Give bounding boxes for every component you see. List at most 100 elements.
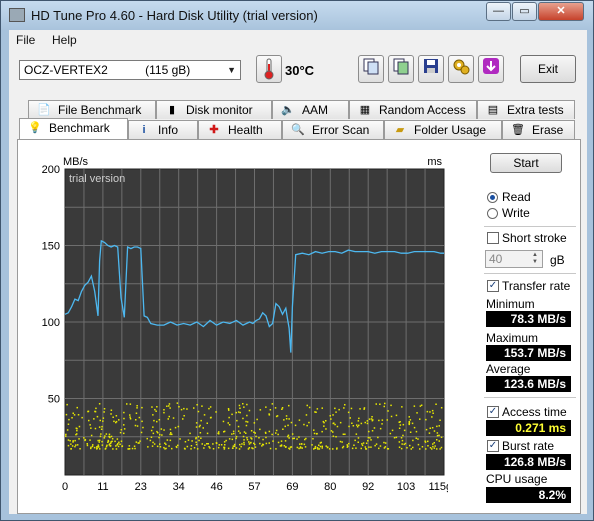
access-time-point [71, 445, 74, 447]
access-time-point [154, 408, 156, 411]
tab-file-benchmark[interactable]: 📄 File Benchmark [28, 100, 156, 119]
access-time-point [355, 447, 357, 449]
access-time-point [342, 433, 345, 435]
title-bar[interactable]: HD Tune Pro 4.60 - Hard Disk Utility (tr… [1, 1, 593, 30]
access-time-point [318, 448, 321, 450]
tab-disk-monitor[interactable]: ▮ Disk monitor [156, 100, 272, 119]
access-time-point [251, 447, 253, 449]
access-time-point [321, 445, 323, 448]
access-time-point [203, 414, 206, 416]
menu-file[interactable]: File [16, 33, 35, 47]
transfer-rate-checkbox[interactable]: ✓ [487, 280, 499, 292]
access-time-point [398, 446, 401, 448]
exit-button[interactable]: Exit [520, 55, 576, 83]
tab-extra-tests[interactable]: ▤ Extra tests [477, 100, 575, 119]
access-time-point [250, 430, 253, 432]
access-time-point [67, 439, 70, 441]
benchmark-chart: trial versionMB/sms200150100504.003.002.… [42, 156, 471, 493]
burst-rate-value: 126.8 MB/s [486, 454, 571, 470]
tab-aam[interactable]: 🔈 AAM [272, 100, 349, 119]
access-time-point [332, 422, 334, 425]
burst-rate-checkbox[interactable]: ✓ [487, 440, 499, 452]
minimize-button[interactable]: — [486, 2, 511, 21]
access-time-point [269, 447, 272, 450]
access-time-point [306, 424, 308, 427]
access-time-point [118, 441, 120, 444]
short-stroke-checkbox[interactable] [487, 232, 499, 244]
access-time-point [68, 418, 70, 421]
access-time-point [415, 437, 417, 439]
access-time-point [308, 406, 311, 409]
access-time-point [338, 408, 340, 411]
cpu-usage-label: CPU usage [486, 472, 548, 486]
menu-help[interactable]: Help [52, 33, 77, 47]
access-time-point [313, 432, 316, 435]
access-time-point [151, 445, 154, 447]
tab-error-scan[interactable]: 🔍 Error Scan [282, 120, 384, 139]
x-axis-tick-label: 0 [62, 481, 68, 493]
access-time-point [402, 434, 404, 437]
access-time-point [86, 443, 88, 445]
access-time-point [390, 415, 393, 418]
access-time-point [202, 427, 204, 429]
tab-info[interactable]: i Info [128, 120, 198, 139]
access-time-point [400, 447, 403, 450]
drive-select[interactable]: OCZ-VERTEX2 (115 gB) ▼ [19, 60, 241, 80]
access-time-point [370, 439, 372, 441]
access-time-point [98, 446, 100, 448]
access-time-point [336, 425, 339, 428]
tab-random-access[interactable]: ▦ Random Access [349, 100, 477, 119]
save-icon[interactable] [418, 55, 444, 83]
access-time-point [110, 413, 112, 415]
access-time-point [86, 444, 89, 447]
access-time-checkbox[interactable]: ✓ [487, 406, 499, 418]
access-time-point [299, 443, 301, 445]
tab-benchmark[interactable]: 💡 Benchmark [19, 118, 128, 139]
maximize-button[interactable]: ▭ [512, 2, 537, 21]
access-time-point [308, 421, 310, 424]
access-time-point [169, 433, 171, 436]
thermometer-icon[interactable] [256, 55, 282, 83]
access-time-point [104, 435, 106, 437]
tab-folder-usage[interactable]: ▰ Folder Usage [384, 120, 502, 139]
download-icon[interactable] [478, 55, 504, 83]
access-time-point [305, 414, 308, 416]
options-icon[interactable] [448, 55, 474, 83]
temperature-readout: 30°C [285, 63, 315, 78]
access-time-point [163, 409, 165, 411]
spinner-arrows-icon[interactable]: ▲ ▼ [529, 252, 541, 266]
access-time-point [182, 418, 184, 420]
access-time-point [189, 432, 191, 435]
access-time-point [99, 448, 101, 450]
close-button[interactable]: ✕ [538, 2, 584, 21]
access-time-point [413, 405, 416, 407]
access-time-point [169, 428, 172, 431]
access-time-point [432, 443, 434, 445]
access-time-point [356, 424, 358, 426]
write-radio[interactable] [487, 208, 498, 219]
tab-health[interactable]: ✚ Health [198, 120, 282, 139]
read-radio[interactable] [487, 192, 498, 203]
access-time-point [89, 424, 91, 426]
access-time-point [272, 440, 274, 442]
access-time-point [415, 430, 418, 433]
copy-info-icon[interactable] [358, 55, 384, 83]
access-time-point [232, 430, 235, 433]
access-time-point [199, 432, 202, 434]
tab-erase[interactable]: 🗑 Erase [502, 120, 575, 139]
access-time-point [96, 447, 98, 450]
access-time-point [156, 430, 158, 433]
access-time-point [159, 443, 161, 445]
access-time-point [438, 440, 440, 442]
access-time-point [381, 419, 384, 421]
short-stroke-stepper[interactable]: 40 ▲ ▼ [485, 250, 543, 268]
access-time-point [98, 439, 101, 442]
access-time-point [350, 407, 353, 410]
start-button[interactable]: Start [490, 153, 562, 173]
copy-screenshot-icon[interactable] [388, 55, 414, 83]
access-time-point [87, 410, 89, 413]
access-time-point [425, 428, 428, 431]
access-time-point [429, 427, 431, 429]
access-time-point [346, 444, 348, 446]
access-time-point [112, 416, 114, 418]
